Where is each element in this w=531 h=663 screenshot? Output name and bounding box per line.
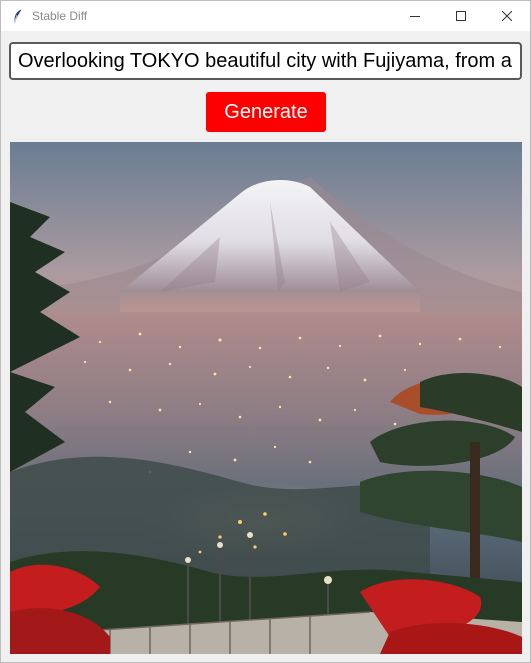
window-controls [392,1,530,31]
feather-icon [10,8,26,24]
minimize-icon[interactable] [392,1,438,31]
generated-image [10,142,522,654]
maximize-icon[interactable] [438,1,484,31]
app-window: Stable Diff Generate [0,0,531,663]
title-bar[interactable]: Stable Diff [1,1,530,31]
close-icon[interactable] [484,1,530,31]
prompt-input[interactable] [9,42,522,80]
window-title: Stable Diff [32,9,88,23]
generate-button[interactable]: Generate [206,92,326,132]
